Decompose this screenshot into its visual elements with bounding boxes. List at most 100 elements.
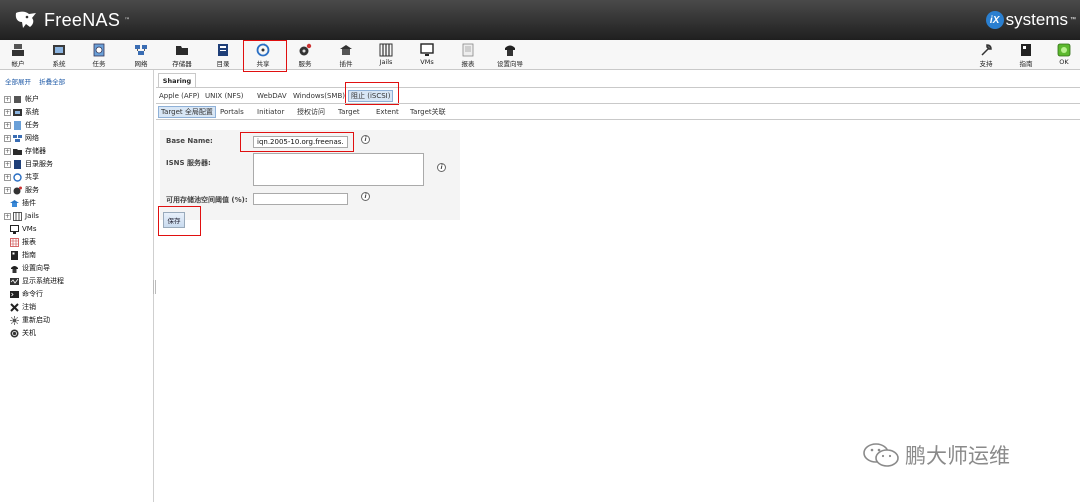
sidebar-item-logout[interactable]: 注销 [10, 301, 36, 313]
power-icon [10, 329, 19, 337]
tab-portals[interactable]: Portals [220, 106, 244, 118]
tab-target[interactable]: Target [338, 106, 360, 118]
sidebar-item-plugins[interactable]: 插件 [10, 197, 36, 209]
tab-extent[interactable]: Extent [376, 106, 399, 118]
sidebar-item-shutdown[interactable]: 关机 [10, 327, 36, 339]
main-toolbar: 帐户 系统 任务 网络 存储器 目录 共享 服务 插件 Jails VMs 报表… [0, 40, 1080, 70]
tab-windows-smb[interactable]: Windows(SMB) [293, 90, 345, 102]
tab-target-association[interactable]: Target关联 [410, 106, 446, 118]
sharing-icon [13, 172, 22, 182]
collapse-all-link[interactable]: 折叠全部 [39, 78, 65, 86]
isns-info-icon[interactable]: i [437, 163, 446, 172]
toolbar-guide-button[interactable]: 指南 [1010, 43, 1042, 69]
plugins-icon [340, 45, 352, 55]
storage-icon [176, 46, 188, 55]
freenas-logo[interactable]: FreeNAS ™ [14, 8, 130, 32]
sidebar-item-wizard[interactable]: 设置向导 [10, 262, 50, 274]
toolbar-label: Jails [379, 58, 393, 66]
sidebar-item-storage[interactable]: + 存储器 [4, 145, 46, 157]
sidebar-item-tasks[interactable]: + 任务 [4, 119, 39, 131]
expand-toggle[interactable]: + [4, 173, 11, 181]
toolbar-tasks-button[interactable]: 任务 [83, 43, 115, 69]
save-button[interactable]: 保存 [163, 212, 185, 228]
toolbar-label: 任务 [92, 60, 106, 68]
base-name-input[interactable] [253, 136, 348, 148]
tab-sharing[interactable]: Sharing [158, 73, 196, 87]
expand-toggle[interactable]: + [4, 212, 11, 220]
tab-authorized-access[interactable]: 授权访问 [297, 106, 325, 118]
sidebar-item-jails[interactable]: + Jails [4, 210, 39, 222]
toolbar-system-button[interactable]: 系统 [43, 43, 75, 69]
guide-icon [1021, 44, 1031, 56]
expand-toggle[interactable]: + [4, 147, 11, 155]
toolbar-plugins-button[interactable]: 插件 [330, 43, 362, 69]
toolbar-reports-button[interactable]: 报表 [452, 43, 484, 69]
expand-toggle[interactable]: + [4, 134, 11, 142]
reboot-icon [10, 315, 19, 325]
expand-toggle[interactable]: + [4, 95, 11, 103]
pool-threshold-input[interactable] [253, 193, 348, 205]
ix-trademark: ™ [1070, 17, 1076, 23]
services-icon [299, 43, 312, 56]
tab-apple-afp[interactable]: Apple (AFP) [159, 90, 200, 102]
toolbar-jails-button[interactable]: Jails [370, 43, 402, 69]
isns-servers-textarea[interactable] [253, 153, 424, 186]
toolbar-alert-ok-button[interactable]: OK [1048, 43, 1080, 69]
sidebar-item-directory-services[interactable]: + 目录服务 [4, 158, 53, 170]
expand-toggle[interactable]: + [4, 160, 11, 168]
toolbar-label: 支持 [979, 60, 993, 68]
sidebar-item-system[interactable]: + 系统 [4, 106, 39, 118]
toolbar-label: 设置向导 [497, 60, 523, 68]
sidebar-item-sharing[interactable]: + 共享 [4, 171, 39, 183]
sidebar-item-label: 共享 [25, 173, 39, 181]
sidebar-item-guide[interactable]: 指南 [10, 249, 36, 261]
toolbar-sharing-button[interactable]: 共享 [247, 43, 279, 69]
expand-toggle[interactable]: + [4, 108, 11, 116]
pool-threshold-info-icon[interactable]: i [361, 192, 370, 201]
support-icon [981, 44, 992, 56]
sidebar-item-label: 存储器 [25, 147, 46, 155]
tab-webdav[interactable]: WebDAV [257, 90, 287, 102]
expand-toggle[interactable]: + [4, 121, 11, 129]
toolbar-label: 存储器 [172, 60, 192, 68]
toolbar-label: 网络 [134, 60, 148, 68]
sidebar-item-label: 服务 [25, 186, 39, 194]
sidebar-item-network[interactable]: + 网络 [4, 132, 39, 144]
ixsystems-logo[interactable]: iX systems ™ [985, 8, 1076, 32]
tab-target-global-config[interactable]: Target 全局配置 [158, 106, 216, 118]
sidebar-item-label: 注销 [22, 303, 36, 311]
ix-brand-text: systems [1005, 10, 1068, 29]
storage-icon [13, 148, 22, 155]
toolbar-services-button[interactable]: 服务 [289, 43, 321, 69]
tab-block-iscsi[interactable]: 阻止 (iSCSI) [348, 90, 394, 102]
logout-icon [10, 302, 19, 312]
expand-toggle[interactable]: + [4, 186, 11, 194]
toolbar-label: 报表 [461, 60, 475, 68]
toolbar-directory-button[interactable]: 目录 [207, 43, 239, 69]
sidebar-item-reports[interactable]: 报表 [10, 236, 36, 248]
sidebar-item-system-processes[interactable]: 显示系统进程 [10, 275, 64, 287]
sidebar-item-services[interactable]: + 服务 [4, 184, 39, 196]
sidebar-item-reboot[interactable]: 重新启动 [10, 314, 50, 326]
expand-all-link[interactable]: 全部展开 [5, 78, 31, 86]
directory-icon [14, 159, 21, 169]
sidebar-item-vms[interactable]: VMs [10, 223, 36, 235]
sidebar-item-accounts[interactable]: + 帐户 [4, 93, 39, 105]
toolbar-vms-button[interactable]: VMs [411, 43, 443, 69]
sidebar-item-shell[interactable]: 命令行 [10, 288, 43, 300]
toolbar-storage-button[interactable]: 存储器 [166, 43, 198, 69]
alert-ok-icon [1057, 43, 1071, 57]
sidebar-item-label: 系统 [25, 108, 39, 116]
toolbar-label: 插件 [339, 60, 353, 68]
toolbar-wizard-button[interactable]: 设置向导 [492, 43, 528, 69]
plugins-icon [10, 199, 19, 207]
toolbar-users-button[interactable]: 帐户 [2, 43, 34, 69]
toolbar-label: 系统 [52, 60, 66, 68]
sidebar-item-label: 网络 [25, 134, 39, 142]
top-header: FreeNAS ™ iX systems ™ [0, 0, 1080, 40]
base-name-info-icon[interactable]: i [361, 135, 370, 144]
tab-unix-nfs[interactable]: UNIX (NFS) [205, 90, 244, 102]
tab-initiator[interactable]: Initiator [257, 106, 284, 118]
toolbar-network-button[interactable]: 网络 [125, 43, 157, 69]
toolbar-support-button[interactable]: 支持 [970, 43, 1002, 69]
